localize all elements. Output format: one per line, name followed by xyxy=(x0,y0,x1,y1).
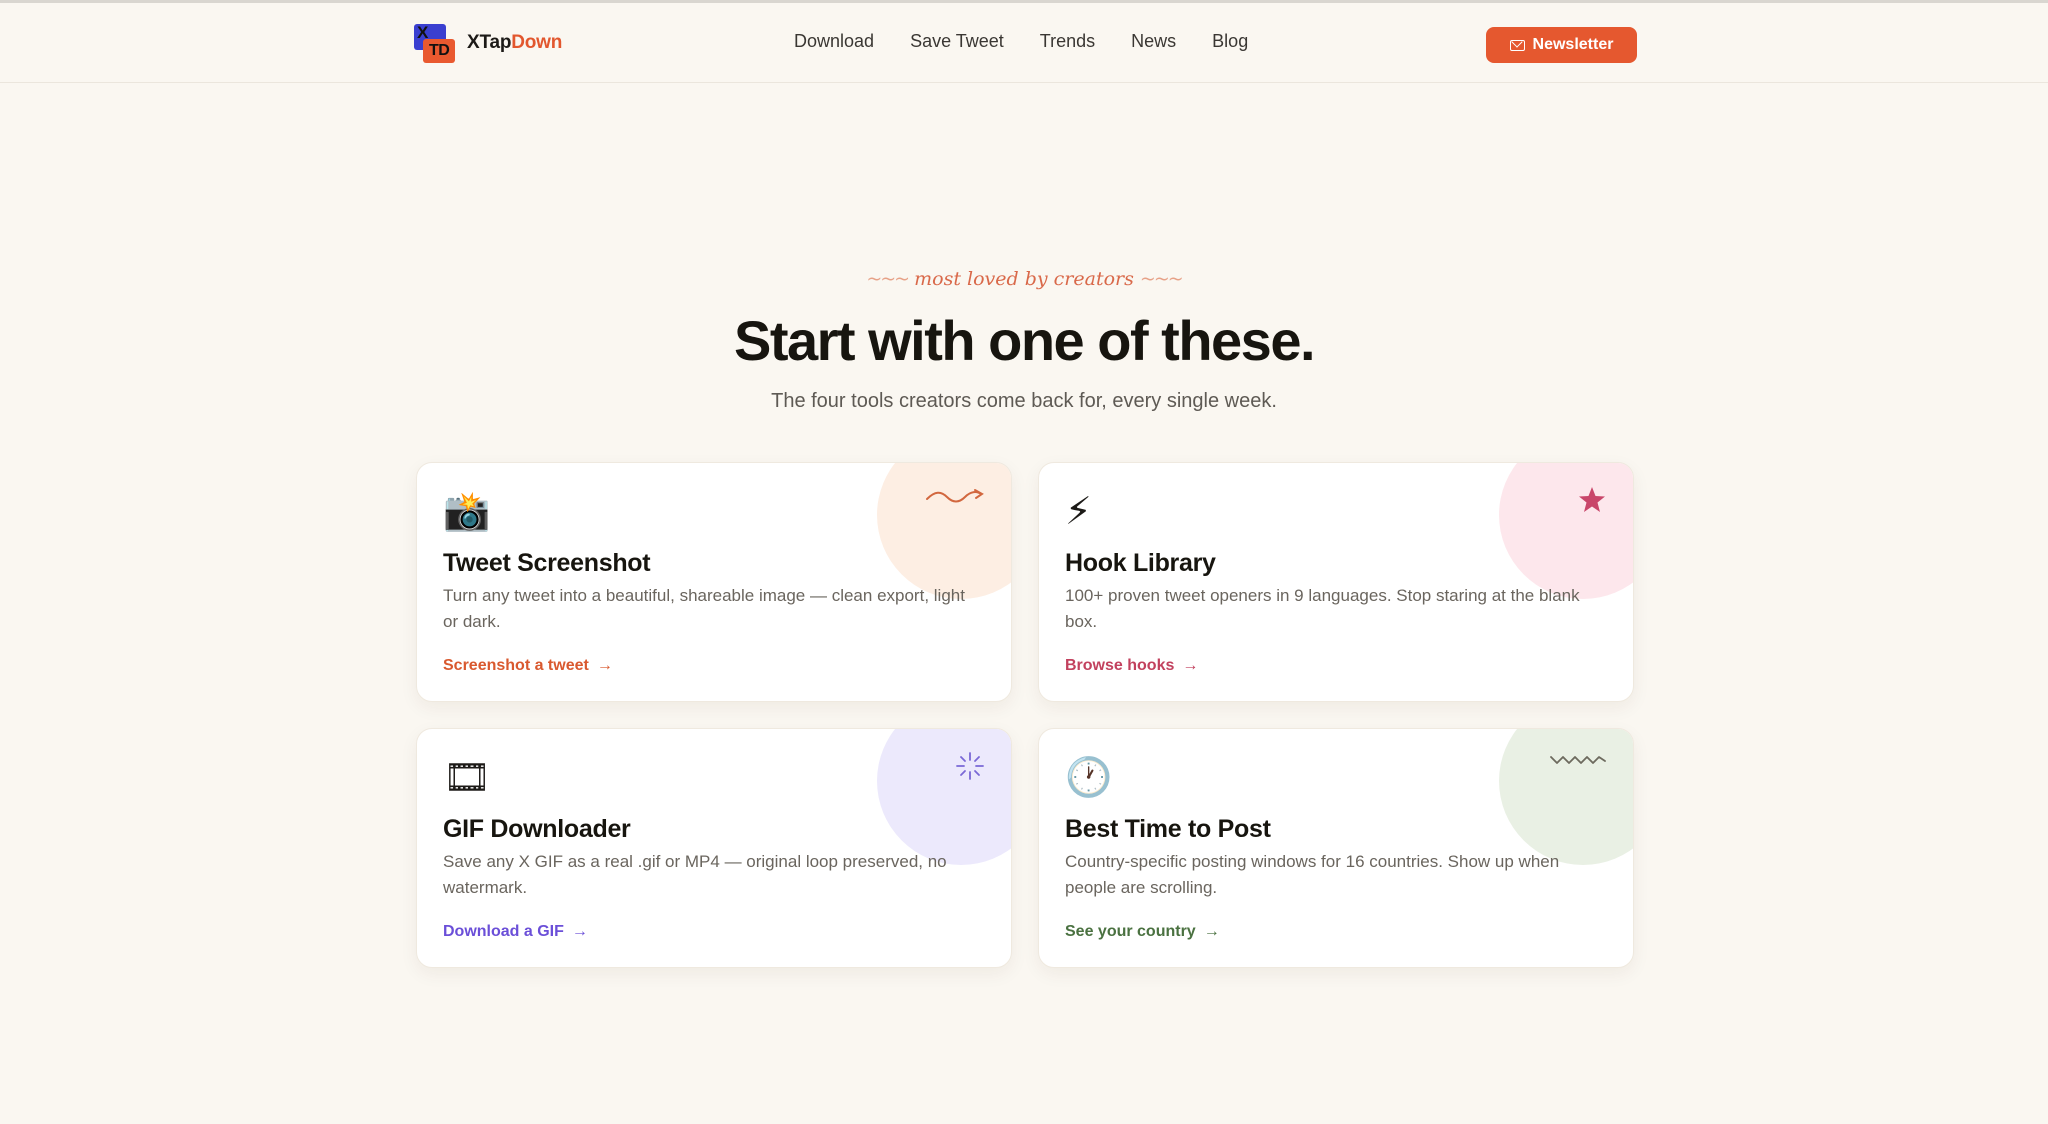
main-nav: Download Save Tweet Trends News Blog xyxy=(794,31,1284,52)
card-title: Tweet Screenshot xyxy=(443,549,651,577)
card-title: Hook Library xyxy=(1065,549,1216,577)
card-blob xyxy=(877,729,1011,865)
zigzag-icon xyxy=(1550,756,1606,764)
nav-item-blog[interactable]: Blog xyxy=(1212,31,1248,52)
mail-icon xyxy=(1509,39,1525,51)
cta-label: Browse hooks xyxy=(1065,657,1175,674)
nav-item-trends[interactable]: Trends xyxy=(1040,31,1095,52)
card-cta-link[interactable]: See your country → xyxy=(1065,923,1220,941)
newsletter-button[interactable]: Newsletter xyxy=(1486,27,1637,63)
cta-label: Screenshot a tweet xyxy=(443,657,589,674)
card-blob xyxy=(877,463,1011,599)
eyebrow-text: most loved by creators xyxy=(914,268,1134,290)
arrow-right-icon: → xyxy=(571,923,588,940)
nav-item-save-tweet[interactable]: Save Tweet xyxy=(910,31,1004,52)
brand-logo[interactable]: X TD XTapDown xyxy=(413,23,562,63)
arrow-right-icon: → xyxy=(1203,923,1220,940)
card-cta-link[interactable]: Screenshot a tweet → xyxy=(443,657,613,675)
sparkle-icon xyxy=(956,752,984,780)
brand-name: XTapDown xyxy=(467,32,562,54)
card-description: 100+ proven tweet openers in 9 languages… xyxy=(1065,586,1580,631)
card-cta-link[interactable]: Download a GIF → xyxy=(443,923,588,941)
card-tweet-screenshot[interactable]: 📸 Tweet Screenshot Turn any tweet into a… xyxy=(416,462,1012,702)
arrow-right-icon: → xyxy=(596,657,613,674)
card-gif-downloader[interactable]: 🎞 GIF Downloader Save any X GIF as a rea… xyxy=(416,728,1012,968)
arrow-right-icon: → xyxy=(1182,657,1199,674)
clock-icon: 🕐 xyxy=(1065,755,1113,799)
card-hook-library[interactable]: ⚡ Hook Library 100+ proven tweet openers… xyxy=(1038,462,1634,702)
card-best-time-to-post[interactable]: 🕐 Best Time to Post Country-specific pos… xyxy=(1038,728,1634,968)
card-description: Save any X GIF as a real .gif or MP4 — o… xyxy=(443,852,947,897)
logo-icon: X TD xyxy=(413,23,455,63)
card-blob xyxy=(1499,729,1633,865)
logo-x-letter: X xyxy=(417,23,429,42)
card-cta-link[interactable]: Browse hooks → xyxy=(1065,657,1198,675)
card-description: Turn any tweet into a beautiful, shareab… xyxy=(443,586,965,631)
section-eyebrow: ~~~ most loved by creators ~~~ xyxy=(0,268,2048,290)
brand-name-part1: XTap xyxy=(467,32,512,53)
site-header: X TD XTapDown Download Save Tweet Trends… xyxy=(0,3,2048,83)
card-blob xyxy=(1499,463,1633,599)
cta-label: Download a GIF xyxy=(443,923,564,940)
squiggle-right: ~~~ xyxy=(1139,268,1184,290)
cta-label: See your country xyxy=(1065,923,1196,940)
card-description: Country-specific posting windows for 16 … xyxy=(1065,852,1560,897)
camera-icon: 📸 xyxy=(443,489,491,533)
film-icon: 🎞 xyxy=(443,755,492,799)
squiggle-icon xyxy=(926,489,984,503)
newsletter-label: Newsletter xyxy=(1532,36,1614,53)
section-title: Start with one of these. xyxy=(733,309,1316,372)
section-subtitle: The four tools creators come back for, e… xyxy=(771,390,1277,412)
brand-name-part2: Down xyxy=(511,32,563,53)
lightning-icon: ⚡ xyxy=(1065,489,1092,533)
logo-td-letters: TD xyxy=(429,42,450,59)
card-title: GIF Downloader xyxy=(443,815,631,843)
squiggle-left: ~~~ xyxy=(866,268,910,290)
star-icon xyxy=(1579,487,1605,512)
card-title: Best Time to Post xyxy=(1065,815,1271,843)
nav-item-news[interactable]: News xyxy=(1131,31,1176,52)
nav-item-download[interactable]: Download xyxy=(794,31,874,52)
